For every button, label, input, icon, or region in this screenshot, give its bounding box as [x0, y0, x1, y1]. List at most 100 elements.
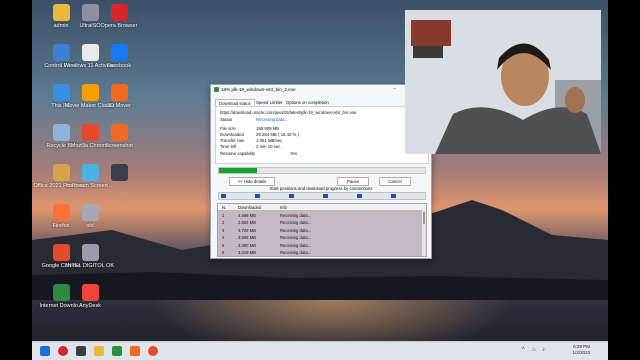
- connection-segment: [255, 194, 260, 198]
- cell-downloaded: 3.589 MB: [238, 235, 256, 241]
- field-row: Resume capability Yes: [220, 151, 297, 156]
- desktop-icon-label: 3D Mover: [107, 103, 131, 109]
- connection-segment: [323, 194, 328, 198]
- tab-speed-limiter[interactable]: Speed Limiter: [253, 99, 286, 106]
- field-label: Resume capability: [220, 151, 256, 156]
- app-icon: [81, 244, 99, 261]
- cell-n: 3: [222, 227, 225, 233]
- table-row[interactable]: 3 3.729 MB Receiving data...: [218, 226, 426, 234]
- table-header: N. Downloaded Info: [218, 204, 426, 211]
- desktop-icon-label: INTEL DIGITOL OK: [65, 263, 115, 269]
- table-row[interactable]: 4 3.589 MB Receiving data...: [218, 234, 426, 242]
- field-row: Downloaded 29.284 MB ( 18.42 % ): [220, 132, 299, 137]
- column-header-info: Info: [280, 204, 287, 210]
- field-label: Time left: [220, 144, 237, 149]
- connection-segment: [221, 194, 226, 198]
- start-icon[interactable]: [40, 346, 50, 356]
- status-panel: https://download.oracle.com/java/19/late…: [215, 106, 429, 164]
- field-label: Transfer rate: [220, 138, 245, 143]
- desktop-icon-label: Icecream Screen ...: [66, 183, 114, 189]
- download-progress-bar: [218, 167, 426, 174]
- field-label: Downloaded: [220, 132, 244, 137]
- hide-details-button[interactable]: << Hide details: [229, 177, 275, 186]
- task-view-icon[interactable]: [76, 346, 86, 356]
- cell-info: Receiving data...: [280, 220, 312, 226]
- scrollbar-thumb[interactable]: [423, 212, 425, 224]
- tab-options-on-completion[interactable]: Options on completion: [283, 99, 332, 106]
- desktop-icon[interactable]: Screenshot: [90, 124, 148, 149]
- field-value: 158.909 MB: [256, 126, 280, 131]
- desktop-icon[interactable]: Facebook: [90, 44, 148, 69]
- table-row[interactable]: 2 3.662 MB Receiving data...: [218, 219, 426, 227]
- status-value: Receiving data...: [256, 117, 289, 122]
- network-icon[interactable]: ⌂: [532, 347, 536, 353]
- app-icon: [81, 284, 99, 301]
- connections-table: N. Downloaded Info 1 4.499 MB Receiving …: [217, 203, 427, 257]
- pause-button[interactable]: Pause: [337, 177, 369, 186]
- desktop-icon-label: Screenshot: [105, 143, 133, 149]
- cell-n: 5: [222, 242, 225, 248]
- webcam-person-image: [405, 10, 601, 154]
- status-label: Status: [220, 117, 233, 122]
- field-row: Time left 2 min 10 sec: [220, 144, 280, 149]
- dialog-title-bar[interactable]: 18% jdk-19_windows-x64_bin_2.exe – □ ×: [211, 85, 431, 94]
- table-row[interactable]: 1 4.499 MB Receiving data...: [218, 211, 426, 219]
- connection-segment: [289, 194, 294, 198]
- field-value: 2 min 10 sec: [256, 144, 281, 149]
- app-icon: [110, 84, 128, 101]
- cell-n: 1: [222, 212, 225, 218]
- cell-info: Receiving data...: [280, 242, 312, 248]
- cell-info: Receiving data...: [280, 227, 312, 233]
- dialog-title: 18% jdk-19_windows-x64_bin_2.exe: [221, 87, 296, 92]
- idm-icon: [214, 87, 219, 92]
- opera-icon[interactable]: [58, 346, 68, 356]
- column-header-n: N.: [222, 204, 227, 210]
- cell-n: 6: [222, 250, 225, 256]
- app-icon: [110, 44, 128, 61]
- download-url: https://download.oracle.com/java/19/late…: [220, 110, 357, 115]
- field-value: Yes: [290, 151, 298, 156]
- table-row[interactable]: 5 3.390 MB Receiving data...: [218, 241, 426, 249]
- table-row[interactable]: 6 3.419 MB Receiving data...: [218, 249, 426, 256]
- column-header-downloaded: Downloaded: [238, 204, 262, 210]
- app-icon: [110, 124, 128, 141]
- status-row: Status Receiving data...: [220, 117, 288, 122]
- file-explorer-icon[interactable]: [94, 346, 104, 356]
- app-icon: [110, 4, 128, 21]
- field-value: 29.284 MB ( 18.42 % ): [256, 132, 299, 137]
- minimize-icon[interactable]: –: [393, 85, 396, 94]
- cancel-button[interactable]: Cancel: [379, 177, 411, 186]
- connections-progress-bar: [218, 192, 426, 200]
- app-icon: [110, 164, 128, 181]
- chrome-taskbar-icon[interactable]: [148, 346, 158, 356]
- desktop-icon[interactable]: Opera Browser: [90, 4, 148, 29]
- cell-info: Receiving data...: [280, 235, 312, 241]
- idm-taskbar-icon[interactable]: [112, 346, 122, 356]
- taskbar: ^ ⌂ ♪ 6:28 PM 1/2/2023: [32, 341, 608, 360]
- speaker-icon[interactable]: ♪: [542, 347, 545, 353]
- cell-n: 4: [222, 235, 225, 241]
- desktop-icon[interactable]: AnyDesk: [61, 284, 119, 309]
- desktop-icon-label: AnyDesk: [78, 303, 101, 309]
- desktop-icon[interactable]: [90, 164, 148, 183]
- clock-date: 1/2/2023: [572, 350, 590, 356]
- cell-downloaded: 3.729 MB: [238, 227, 256, 233]
- desktop-icon-label: Facebook: [106, 63, 132, 69]
- desktop-icon-label: Opera Browser: [100, 23, 138, 29]
- field-label: File size: [220, 126, 236, 131]
- chevron-up-icon[interactable]: ^: [522, 347, 525, 353]
- table-scrollbar[interactable]: [422, 210, 426, 256]
- desktop-icon[interactable]: INTEL DIGITOL OK: [61, 244, 119, 269]
- desktop-icon[interactable]: old: [61, 204, 119, 229]
- connection-segment: [391, 194, 396, 198]
- desktop-icon[interactable]: 3D Mover: [90, 84, 148, 109]
- clock[interactable]: 6:28 PM 1/2/2023: [572, 344, 590, 357]
- screenshot-taskbar-icon[interactable]: [130, 346, 140, 356]
- field-row: Transfer rate 1.051 MB/sec: [220, 138, 282, 143]
- progress-fill: [219, 168, 257, 173]
- cell-downloaded: 4.499 MB: [238, 212, 256, 218]
- cell-downloaded: 3.390 MB: [238, 242, 256, 248]
- desktop-icon-label: old: [86, 223, 94, 229]
- webcam-overlay: [405, 10, 601, 154]
- cell-info: Receiving data...: [280, 250, 312, 256]
